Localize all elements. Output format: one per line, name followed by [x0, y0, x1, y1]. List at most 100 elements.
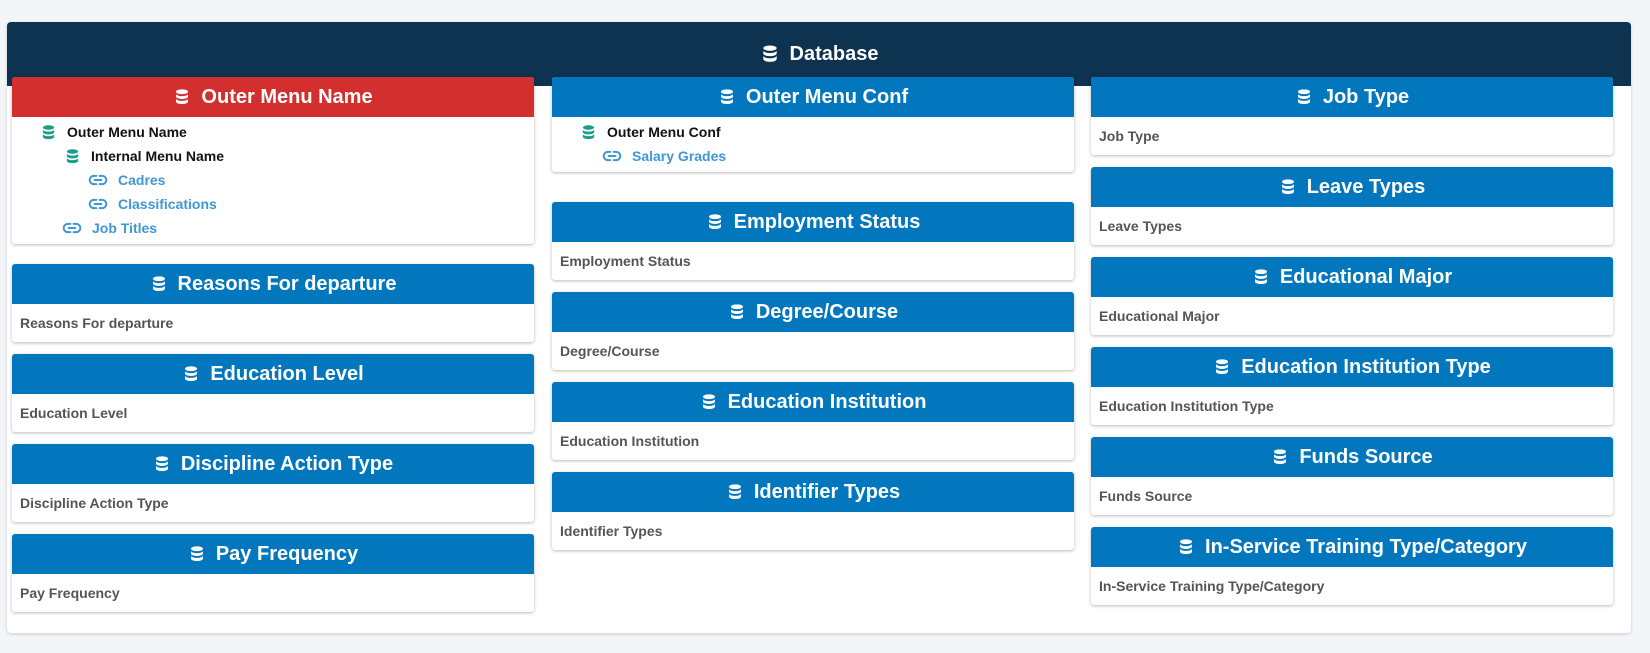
card-job-type: Job Type Job Type [1091, 77, 1613, 155]
card-title: Job Type [1322, 85, 1410, 108]
card-title: Reasons For departure [177, 272, 397, 295]
card-header-outer-menu-name[interactable]: Outer Menu Name [12, 77, 534, 117]
card-item-label: In-Service Training Type/Category [1099, 578, 1325, 594]
card-educational-major: Educational Major Educational Major [1091, 257, 1613, 335]
card-header-degree-course[interactable]: Degree/Course [552, 292, 1074, 332]
link-icon [88, 194, 108, 214]
card-item-education-institution[interactable]: Education Institution [552, 422, 1074, 460]
card-item-education-institution-type[interactable]: Education Institution Type [1091, 387, 1613, 425]
card-item-label: Reasons For departure [20, 315, 174, 331]
card-header-employment-status[interactable]: Employment Status [552, 202, 1074, 242]
card-employment-status: Employment Status Employment Status [552, 202, 1074, 280]
card-item-education-level[interactable]: Education Level [12, 394, 534, 432]
tree-link-label[interactable]: Classifications [118, 196, 217, 212]
database-icon [1295, 88, 1313, 106]
card-header-job-type[interactable]: Job Type [1091, 77, 1613, 117]
card-item-in-service-training[interactable]: In-Service Training Type/Category [1091, 567, 1613, 605]
card-item-reasons-for-departure[interactable]: Reasons For departure [12, 304, 534, 342]
tree-link-salary-grades[interactable]: Salary Grades [552, 144, 1074, 168]
database-icon [188, 545, 206, 563]
database-icon [182, 365, 200, 383]
database-icon [700, 393, 718, 411]
card-header-identifier-types[interactable]: Identifier Types [552, 472, 1074, 512]
card-title: Employment Status [733, 210, 921, 233]
card-outer-menu-conf: Outer Menu Conf Outer Menu Conf Salary G… [552, 77, 1074, 172]
card-degree-course: Degree/Course Degree/Course [552, 292, 1074, 370]
card-title: Education Institution [727, 390, 927, 413]
card-title: Outer Menu Name [201, 85, 373, 108]
card-item-label: Education Institution Type [1099, 398, 1274, 414]
card-title: Pay Frequency [215, 542, 359, 565]
tree-item-internal-menu-name[interactable]: Internal Menu Name [12, 144, 534, 168]
card-item-degree-course[interactable]: Degree/Course [552, 332, 1074, 370]
tree-item-outer-menu-name[interactable]: Outer Menu Name [12, 120, 534, 144]
card-education-institution: Education Institution Education Institut… [552, 382, 1074, 460]
card-header-education-institution[interactable]: Education Institution [552, 382, 1074, 422]
card-title: Education Level [210, 362, 364, 385]
tree-item-label: Internal Menu Name [91, 148, 225, 164]
database-icon [1252, 268, 1270, 286]
card-item-label: Funds Source [1099, 488, 1193, 504]
tree-link-label[interactable]: Job Titles [92, 220, 157, 236]
card-item-funds-source[interactable]: Funds Source [1091, 477, 1613, 515]
database-icon [706, 213, 724, 231]
card-title: Discipline Action Type [180, 452, 394, 475]
tree-link-cadres[interactable]: Cadres [12, 168, 534, 192]
card-item-label: Identifier Types [560, 523, 663, 539]
card-header-discipline-action-type[interactable]: Discipline Action Type [12, 444, 534, 484]
card-leave-types: Leave Types Leave Types [1091, 167, 1613, 245]
column-middle: Outer Menu Conf Outer Menu Conf Salary G… [552, 77, 1074, 562]
card-item-label: Education Institution [560, 433, 700, 449]
card-in-service-training: In-Service Training Type/Category In-Ser… [1091, 527, 1613, 605]
card-education-level: Education Level Education Level [12, 354, 534, 432]
card-item-employment-status[interactable]: Employment Status [552, 242, 1074, 280]
card-identifier-types: Identifier Types Identifier Types [552, 472, 1074, 550]
card-header-leave-types[interactable]: Leave Types [1091, 167, 1613, 207]
tree-link-label[interactable]: Cadres [118, 172, 165, 188]
tree-item-label: Outer Menu Name [67, 124, 187, 140]
card-reasons-for-departure: Reasons For departure Reasons For depart… [12, 264, 534, 342]
tree-link-job-titles[interactable]: Job Titles [12, 216, 534, 240]
card-item-leave-types[interactable]: Leave Types [1091, 207, 1613, 245]
column-right: Job Type Job Type Leave Types Leave Type… [1091, 77, 1613, 617]
card-header-outer-menu-conf[interactable]: Outer Menu Conf [552, 77, 1074, 117]
menu-tree: Outer Menu Conf Salary Grades [552, 117, 1074, 172]
database-icon [718, 88, 736, 106]
card-header-reasons-for-departure[interactable]: Reasons For departure [12, 264, 534, 304]
card-item-educational-major[interactable]: Educational Major [1091, 297, 1613, 335]
card-item-label: Education Level [20, 405, 128, 421]
card-title: Education Institution Type [1241, 355, 1491, 378]
card-header-education-institution-type[interactable]: Education Institution Type [1091, 347, 1613, 387]
link-icon [62, 218, 82, 238]
panel-title: Database [789, 42, 879, 65]
card-title: Outer Menu Conf [745, 85, 909, 108]
database-icon [728, 303, 746, 321]
card-header-funds-source[interactable]: Funds Source [1091, 437, 1613, 477]
card-header-pay-frequency[interactable]: Pay Frequency [12, 534, 534, 574]
database-icon [1271, 448, 1289, 466]
tree-item-outer-menu-conf[interactable]: Outer Menu Conf [552, 120, 1074, 144]
card-header-in-service-training[interactable]: In-Service Training Type/Category [1091, 527, 1613, 567]
card-item-job-type[interactable]: Job Type [1091, 117, 1613, 155]
link-icon [88, 170, 108, 190]
link-icon [602, 146, 622, 166]
card-item-discipline-action-type[interactable]: Discipline Action Type [12, 484, 534, 522]
database-icon [580, 124, 597, 141]
card-item-label: Educational Major [1099, 308, 1220, 324]
card-education-institution-type: Education Institution Type Education Ins… [1091, 347, 1613, 425]
card-header-educational-major[interactable]: Educational Major [1091, 257, 1613, 297]
tree-item-label: Outer Menu Conf [607, 124, 721, 140]
database-icon [153, 455, 171, 473]
database-icon [64, 148, 81, 165]
card-discipline-action-type: Discipline Action Type Discipline Action… [12, 444, 534, 522]
card-header-education-level[interactable]: Education Level [12, 354, 534, 394]
card-title: Identifier Types [753, 480, 901, 503]
card-item-label: Job Type [1099, 128, 1160, 144]
tree-link-classifications[interactable]: Classifications [12, 192, 534, 216]
tree-link-label[interactable]: Salary Grades [632, 148, 726, 164]
card-item-pay-frequency[interactable]: Pay Frequency [12, 574, 534, 612]
card-item-identifier-types[interactable]: Identifier Types [552, 512, 1074, 550]
card-title: Funds Source [1299, 445, 1433, 468]
card-pay-frequency: Pay Frequency Pay Frequency [12, 534, 534, 612]
database-icon [726, 483, 744, 501]
